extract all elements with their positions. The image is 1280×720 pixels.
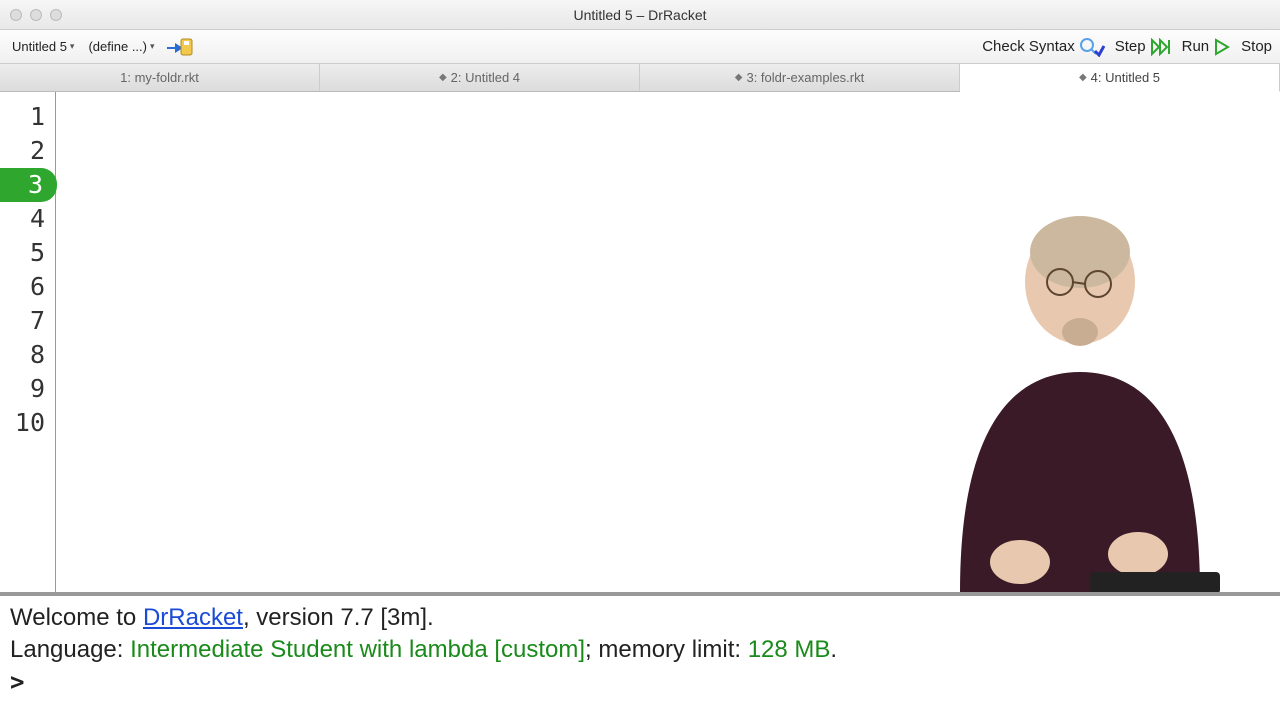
tab-4[interactable]: ◆ 4: Untitled 5 — [960, 64, 1280, 92]
check-syntax-label: Check Syntax — [982, 38, 1075, 55]
caret-down-icon: ▾ — [150, 41, 155, 52]
line-number: 8 — [0, 338, 55, 372]
file-menu[interactable]: Untitled 5 ▾ — [8, 37, 78, 56]
welcome-suffix: , version 7.7 [3m]. — [243, 604, 434, 631]
line-number: 1 — [0, 100, 55, 134]
lang-prefix: Language: — [10, 636, 130, 663]
line-gutter: 1 2 3 4 5 6 7 8 9 10 — [0, 92, 56, 592]
step-button[interactable]: Step — [1115, 38, 1172, 56]
line-number-current: 3 — [0, 168, 57, 202]
define-menu[interactable]: (define ...) ▾ — [84, 37, 158, 56]
code-line — [72, 474, 1270, 508]
minimize-window-button[interactable] — [30, 9, 42, 21]
line-number: 9 — [0, 372, 55, 406]
file-menu-label: Untitled 5 — [12, 39, 67, 54]
close-window-button[interactable] — [10, 9, 22, 21]
toolbar: Untitled 5 ▾ (define ...) ▾ Check Syntax… — [0, 30, 1280, 64]
tab-label: 1: my-foldr.rkt — [120, 70, 199, 85]
code-line — [72, 576, 1270, 592]
code-line — [72, 168, 1270, 202]
caret-down-icon: ▾ — [70, 41, 75, 52]
repl-prompt[interactable]: > — [10, 666, 1270, 698]
check-syntax-button[interactable]: Check Syntax — [982, 37, 1105, 57]
zoom-window-button[interactable] — [50, 9, 62, 21]
repl-welcome-line: Welcome to DrRacket, version 7.7 [3m]. — [10, 602, 1270, 634]
code-line — [72, 270, 1270, 304]
window-title: Untitled 5 – DrRacket — [573, 7, 706, 23]
tab-bar: 1: my-foldr.rkt ◆ 2: Untitled 4 ◆ 3: fol… — [0, 64, 1280, 92]
mem-prefix: ; memory limit: — [585, 636, 748, 663]
repl-language-line: Language: Intermediate Student with lamb… — [10, 634, 1270, 666]
line-number: 7 — [0, 304, 55, 338]
window-controls — [0, 9, 62, 21]
welcome-prefix: Welcome to — [10, 604, 143, 631]
define-menu-label: (define ...) — [88, 39, 147, 54]
line-number: 4 — [0, 202, 55, 236]
run-icon — [1213, 38, 1231, 56]
tab-2[interactable]: ◆ 2: Untitled 4 — [320, 64, 640, 91]
step-label: Step — [1115, 38, 1146, 55]
tab-label: 3: foldr-examples.rkt — [746, 70, 864, 85]
line-number: 10 — [0, 406, 55, 440]
dirty-indicator-icon: ◆ — [735, 72, 743, 83]
check-syntax-icon — [1079, 37, 1105, 57]
stop-label: Stop — [1241, 38, 1272, 55]
line-number: 5 — [0, 236, 55, 270]
tab-label: 4: Untitled 5 — [1091, 70, 1160, 85]
tab-3[interactable]: ◆ 3: foldr-examples.rkt — [640, 64, 960, 91]
mem-limit: 128 MB — [748, 636, 831, 663]
dirty-indicator-icon: ◆ — [439, 72, 447, 83]
tab-1[interactable]: 1: my-foldr.rkt — [0, 64, 320, 91]
step-icon — [1150, 38, 1172, 56]
titlebar: Untitled 5 – DrRacket — [0, 0, 1280, 30]
save-icon[interactable] — [165, 36, 193, 58]
run-label: Run — [1182, 38, 1210, 55]
tab-label: 2: Untitled 4 — [451, 70, 520, 85]
editor-area: 1 2 3 4 5 6 7 8 9 10 (define (my-foldr c… — [0, 92, 1280, 592]
stop-button[interactable]: Stop — [1241, 38, 1272, 55]
run-button[interactable]: Run — [1182, 38, 1232, 56]
code-editor[interactable]: (define (my-foldr combine base lst) (con… — [56, 92, 1280, 592]
line-number: 6 — [0, 270, 55, 304]
code-line — [72, 372, 1270, 406]
mem-suffix: . — [830, 636, 837, 663]
drracket-link[interactable]: DrRacket — [143, 604, 243, 631]
lang-name: Intermediate Student with lambda [custom… — [130, 636, 585, 663]
line-number: 2 — [0, 134, 55, 168]
interactions-pane[interactable]: Welcome to DrRacket, version 7.7 [3m]. L… — [0, 592, 1280, 720]
dirty-indicator-icon: ◆ — [1079, 72, 1087, 83]
